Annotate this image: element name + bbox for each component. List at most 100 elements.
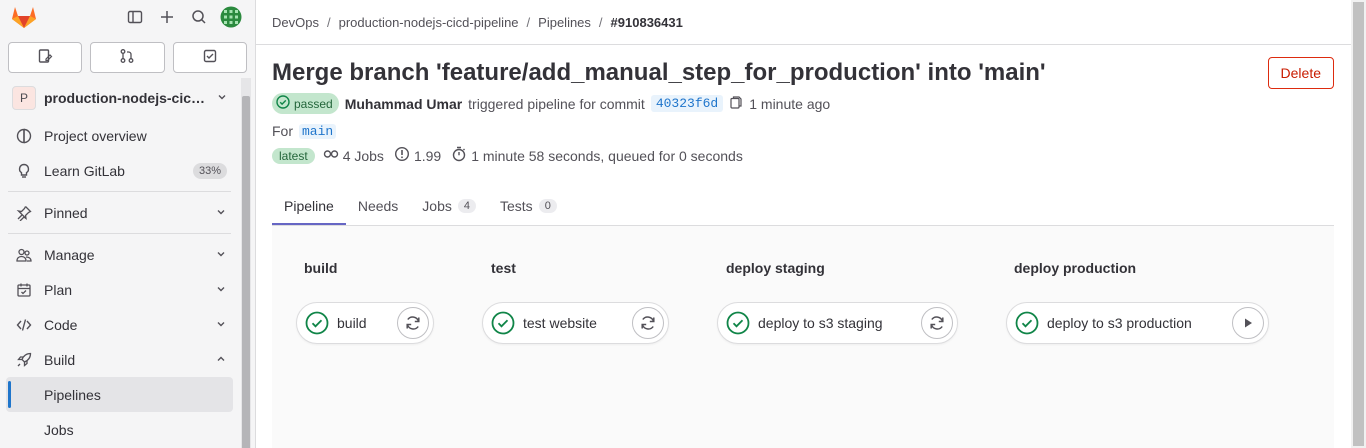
branch-ref[interactable]: main	[299, 123, 337, 139]
jobs-stat: 4 Jobs	[323, 146, 384, 165]
tab-label: Jobs	[422, 198, 452, 214]
pin-icon	[16, 205, 32, 221]
sidebar: P production-nodejs-cicd-pipeline Projec…	[0, 0, 256, 448]
chevron-up-icon	[215, 352, 227, 368]
breadcrumb-item[interactable]: Pipelines	[538, 15, 591, 30]
tab-count: 0	[538, 199, 557, 213]
status-success-icon	[726, 311, 750, 335]
job-name: test website	[523, 315, 597, 331]
sidebar-item-label: Jobs	[44, 421, 74, 438]
tab-pipeline[interactable]: Pipeline	[272, 187, 346, 225]
page-scrollbar[interactable]	[1351, 0, 1366, 448]
retry-icon[interactable]	[397, 307, 429, 339]
users-icon	[16, 247, 32, 263]
stage-title: deploy production	[1014, 260, 1137, 276]
tab-needs[interactable]: Needs	[346, 187, 410, 225]
chevron-down-icon	[216, 90, 228, 106]
job-test-website[interactable]: test website	[482, 302, 669, 344]
copy-icon[interactable]	[729, 95, 743, 112]
pipeline-stats: latest 4 Jobs 1.99 1 minute 58 seconds, …	[272, 146, 1334, 165]
duration-stat: 1 minute 58 seconds, queued for 0 second…	[451, 146, 743, 165]
todo-icon	[202, 48, 218, 67]
main-content: DevOps / production-nodejs-cicd-pipeline…	[256, 0, 1366, 448]
breadcrumb-separator: /	[598, 14, 603, 30]
sidebar-scrollbar[interactable]	[241, 78, 251, 448]
time-ago: 1 minute ago	[749, 95, 831, 112]
breadcrumb: DevOps / production-nodejs-cicd-pipeline…	[256, 0, 1366, 45]
sidebar-item-pinned[interactable]: Pinned	[0, 195, 239, 230]
latest-badge: latest	[272, 147, 315, 164]
status-success-icon	[305, 311, 329, 335]
issues-button[interactable]	[8, 42, 83, 73]
sidebar-item-pipelines[interactable]: Pipelines	[6, 377, 233, 412]
sidebar-item-label: Learn GitLab	[44, 162, 125, 179]
rocket-icon	[16, 352, 32, 368]
tab-label: Tests	[500, 198, 533, 214]
pipeline-graph: build build test test website deploy sta…	[272, 226, 1334, 448]
sidebar-item-label: Project overview	[44, 127, 147, 144]
sidebar-item-build[interactable]: Build	[0, 342, 239, 377]
breadcrumb-item[interactable]: production-nodejs-cicd-pipeline	[339, 15, 519, 30]
status-badge[interactable]: passed	[272, 93, 339, 114]
job-build[interactable]: build	[296, 302, 434, 344]
sidebar-item-learn-gitlab[interactable]: Learn GitLab 33%	[0, 153, 239, 188]
sidebar-item-label: Pipelines	[44, 386, 101, 403]
job-deploy-staging[interactable]: deploy to s3 staging	[717, 302, 958, 344]
compute-value: 1.99	[413, 147, 442, 164]
search-icon[interactable]	[183, 1, 215, 33]
for-label: For	[272, 123, 293, 139]
sidebar-item-plan[interactable]: Plan	[0, 272, 239, 307]
pipeline-icon	[323, 146, 339, 165]
sidebar-item-project-overview[interactable]: Project overview	[0, 118, 239, 153]
play-icon[interactable]	[1232, 307, 1264, 339]
scrollbar-thumb[interactable]	[1353, 2, 1364, 446]
todos-button[interactable]	[172, 42, 247, 73]
sidebar-header	[0, 0, 255, 34]
ref-row: For main	[272, 123, 1334, 139]
chevron-down-icon	[215, 282, 227, 298]
pipeline-meta: passed Muhammad Umar triggered pipeline …	[272, 93, 1334, 114]
divider	[8, 191, 231, 192]
stage-title: test	[491, 260, 516, 276]
sidebar-nav: P production-nodejs-cicd-pipeline Projec…	[0, 78, 239, 448]
progress-badge: 33%	[192, 162, 227, 179]
jobs-count: 4 Jobs	[342, 147, 384, 164]
commit-sha[interactable]: 40323f6d	[650, 95, 724, 112]
author-name[interactable]: Muhammad Umar	[345, 96, 462, 112]
project-icon	[16, 128, 32, 144]
job-deploy-production[interactable]: deploy to s3 production	[1006, 302, 1269, 344]
sidebar-item-manage[interactable]: Manage	[0, 237, 239, 272]
tab-tests[interactable]: Tests 0	[488, 187, 569, 225]
gitlab-logo-icon[interactable]	[8, 1, 40, 33]
planning-icon	[16, 282, 32, 298]
page-title: Merge branch 'feature/add_manual_step_fo…	[272, 59, 1046, 86]
timer-icon	[451, 146, 467, 165]
sidebar-item-code[interactable]: Code	[0, 307, 239, 342]
status-success-icon	[1015, 311, 1039, 335]
job-name: deploy to s3 production	[1047, 315, 1192, 331]
bulb-icon	[16, 163, 32, 179]
scrollbar-thumb[interactable]	[242, 96, 250, 448]
chevron-down-icon	[215, 205, 227, 221]
retry-icon[interactable]	[632, 307, 664, 339]
project-switcher[interactable]: P production-nodejs-cicd-pipeline	[8, 78, 239, 118]
job-name: build	[337, 315, 367, 331]
duration-text: 1 minute 58 seconds, queued for 0 second…	[471, 147, 743, 164]
breadcrumb-item[interactable]: #910836431	[611, 15, 683, 30]
delete-button[interactable]: Delete	[1267, 57, 1334, 89]
status-label: passed	[294, 96, 333, 111]
retry-icon[interactable]	[921, 307, 953, 339]
breadcrumb-item[interactable]: DevOps	[272, 15, 319, 30]
sidebar-toggle-icon[interactable]	[119, 1, 151, 33]
merge-request-icon	[119, 48, 135, 67]
breadcrumb-separator: /	[326, 14, 331, 30]
sidebar-item-label: Code	[44, 316, 78, 333]
plus-icon[interactable]	[151, 1, 183, 33]
avatar[interactable]	[215, 1, 247, 33]
merge-requests-button[interactable]	[90, 42, 165, 73]
sidebar-item-label: Pinned	[44, 204, 88, 221]
sidebar-item-jobs[interactable]: Jobs	[0, 412, 239, 447]
chevron-down-icon	[215, 247, 227, 263]
status-success-icon	[276, 95, 290, 112]
tab-jobs[interactable]: Jobs 4	[410, 187, 488, 225]
